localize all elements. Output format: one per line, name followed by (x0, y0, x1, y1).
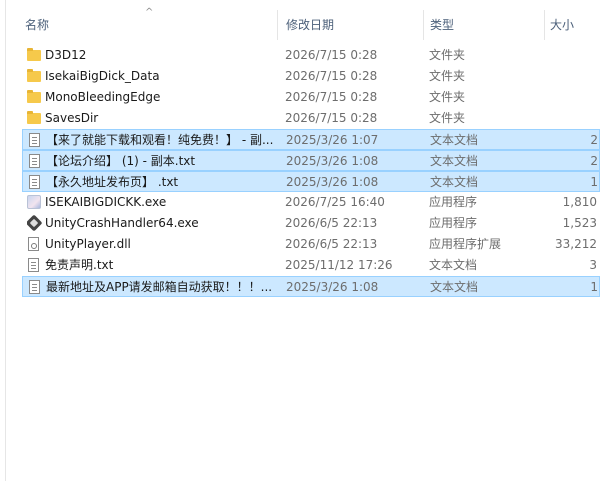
file-size: 1 (590, 175, 598, 189)
file-type: 文本文档 (429, 258, 478, 272)
file-size: 2 (590, 154, 598, 168)
dll-file-icon (28, 237, 39, 251)
file-type: 文本文档 (430, 133, 479, 147)
app-image-icon (27, 195, 41, 209)
file-type: 文本文档 (430, 175, 479, 189)
file-name: MonoBleedingEdge (45, 90, 161, 104)
file-size (542, 45, 597, 66)
unity-icon (27, 214, 43, 232)
text-file-icon (29, 133, 40, 147)
folder-icon (27, 69, 41, 82)
folder-icon (27, 48, 41, 61)
file-row[interactable]: MonoBleedingEdge 2026/7/15 0:28 文件夹 (22, 87, 600, 108)
file-name: 【永久地址发布页】 .txt (46, 175, 179, 189)
file-row[interactable]: 【论坛介绍】 (1) - 副本.txt 2025/3/26 1:08 文本文档 2 (22, 150, 600, 171)
file-row[interactable]: 【永久地址发布页】 .txt 2025/3/26 1:08 文本文档 1 (22, 171, 600, 192)
file-size: 1,810 (562, 195, 597, 209)
file-date-modified: 2026/6/5 22:13 (285, 216, 378, 230)
file-icon-cell (27, 192, 43, 213)
file-icon-cell (27, 45, 43, 66)
file-date-modified: 2026/7/15 0:28 (285, 69, 378, 83)
file-row[interactable]: ISEKAIBIGDICKK.exe 2026/7/25 16:40 应用程序 1,8… (22, 192, 600, 213)
file-type: 文件夹 (429, 69, 466, 83)
file-type: 文件夹 (429, 48, 466, 62)
file-date-modified: 2025/3/26 1:08 (286, 175, 379, 189)
file-name: 【论坛介绍】 (1) - 副本.txt (46, 154, 196, 168)
file-date-modified: 2026/7/15 0:28 (285, 48, 378, 62)
column-header-type-label: 类型 (430, 18, 455, 32)
file-row[interactable]: IsekaiBigDick_Data 2026/7/15 0:28 文件夹 (22, 66, 600, 87)
column-header-size-label: 大小 (550, 18, 575, 32)
file-icon-cell (27, 108, 43, 129)
file-type: 应用程序 (429, 216, 478, 230)
file-type: 应用程序 (429, 195, 478, 209)
file-row[interactable]: 【来了就能下载和观看！纯免费！】 - 副... 2025/3/26 1:07 文本文… (22, 129, 600, 150)
file-icon-cell (28, 172, 44, 193)
file-size: 3 (589, 258, 597, 272)
file-type: 文件夹 (429, 90, 466, 104)
column-header-date-modified[interactable]: 修改日期 (281, 10, 424, 40)
file-name: IsekaiBigDick_Data (45, 69, 160, 83)
file-icon-cell (28, 151, 44, 172)
file-icon-cell (28, 130, 44, 151)
file-name: SavesDir (45, 111, 99, 125)
file-date-modified: 2026/7/25 16:40 (285, 195, 385, 209)
navigation-pane-edge (0, 0, 6, 481)
file-icon-cell (27, 234, 43, 255)
text-file-icon (29, 280, 40, 294)
file-date-modified: 2026/7/15 0:28 (285, 111, 378, 125)
file-name: UnityCrashHandler64.exe (45, 216, 199, 230)
file-name: ISEKAIBIGDICKK.exe (45, 195, 167, 209)
file-size (542, 66, 597, 87)
file-row[interactable]: D3D12 2026/7/15 0:28 文件夹 (22, 45, 600, 66)
file-icon-cell (28, 277, 44, 298)
file-type: 文本文档 (430, 280, 479, 294)
folder-icon (27, 90, 41, 103)
file-type: 应用程序扩展 (429, 237, 502, 251)
file-name: 最新地址及APP请发邮箱自动获取！！！... (46, 280, 273, 294)
file-date-modified: 2025/11/12 17:26 (285, 258, 393, 272)
file-size (542, 108, 597, 129)
file-date-modified: 2026/7/15 0:28 (285, 90, 378, 104)
column-divider[interactable] (423, 10, 424, 40)
file-size: 33,212 (555, 237, 597, 251)
file-date-modified: 2026/6/5 22:13 (285, 237, 378, 251)
file-date-modified: 2025/3/26 1:07 (286, 133, 379, 147)
file-type: 文件夹 (429, 111, 466, 125)
column-header-date-label: 修改日期 (286, 18, 335, 32)
file-name: UnityPlayer.dll (45, 237, 131, 251)
file-icon-cell (27, 87, 43, 108)
file-row[interactable]: UnityPlayer.dll 2026/6/5 22:13 应用程序扩展 33,21… (22, 234, 600, 255)
column-header-name[interactable]: 名称 ^ (20, 7, 278, 40)
file-size (542, 87, 597, 108)
file-type: 文本文档 (430, 154, 479, 168)
file-icon-cell (27, 255, 43, 276)
column-header-bar: 名称 ^ 修改日期 类型 大小 (20, 7, 608, 40)
file-row[interactable]: UnityCrashHandler64.exe 2026/6/5 22:13 应用程… (22, 213, 600, 234)
sort-ascending-icon: ^ (145, 7, 154, 18)
file-row[interactable]: 免责声明.txt 2025/11/12 17:26 文本文档 3 (22, 255, 600, 276)
text-file-icon (29, 154, 40, 168)
file-size: 2 (590, 133, 598, 147)
file-icon-cell (27, 213, 43, 234)
text-file-icon (29, 175, 40, 189)
file-date-modified: 2025/3/26 1:08 (286, 154, 379, 168)
text-file-icon (28, 258, 39, 272)
file-row[interactable]: SavesDir 2026/7/15 0:28 文件夹 (22, 108, 600, 129)
file-name: D3D12 (45, 48, 87, 62)
file-date-modified: 2025/3/26 1:08 (286, 280, 379, 294)
column-header-name-label: 名称 (25, 18, 50, 32)
file-row[interactable]: 最新地址及APP请发邮箱自动获取！！！... 2025/3/26 1:08 文本文档… (22, 276, 600, 297)
file-name: 【来了就能下载和观看！纯免费！】 - 副... (46, 133, 274, 147)
file-icon-cell (27, 66, 43, 87)
file-size: 1,523 (562, 216, 597, 230)
file-name: 免责声明.txt (45, 258, 114, 272)
column-divider[interactable] (277, 10, 278, 40)
folder-icon (27, 111, 41, 124)
file-size: 1 (590, 280, 598, 294)
column-header-type[interactable]: 类型 (425, 10, 545, 40)
column-header-size[interactable]: 大小 (545, 10, 608, 40)
